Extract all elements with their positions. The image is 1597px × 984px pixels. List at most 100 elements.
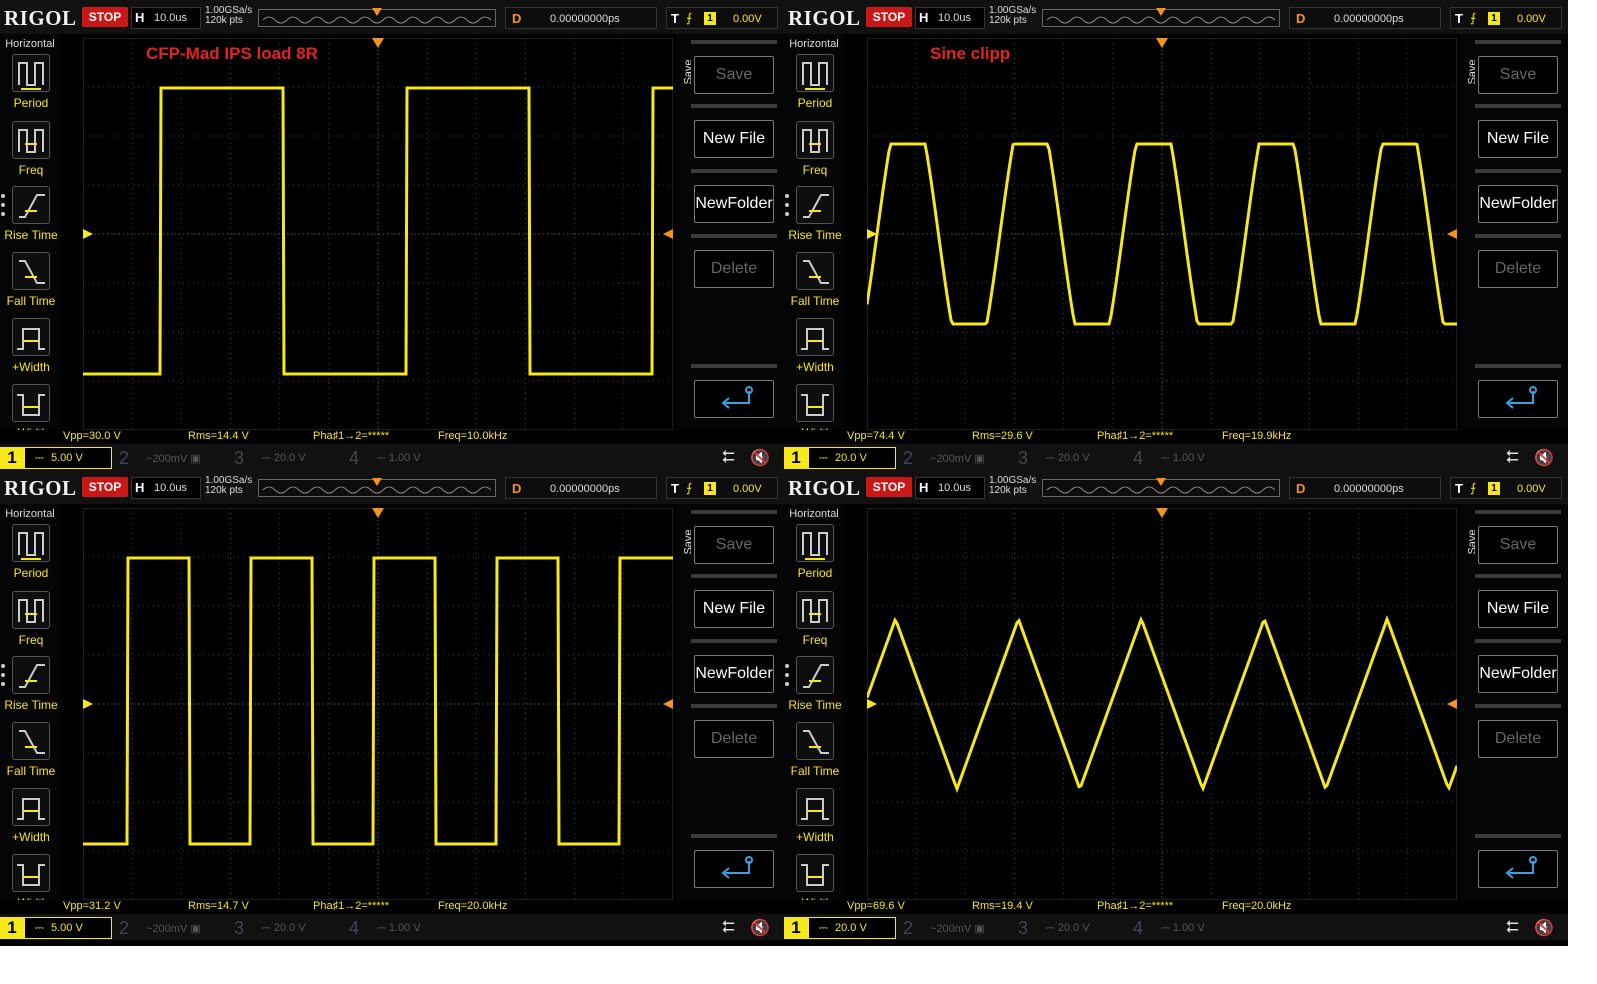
freq-button[interactable] [796, 591, 834, 629]
period-button[interactable] [12, 524, 50, 562]
return-button-frame [1478, 850, 1558, 888]
ch1-button[interactable]: 1 [784, 917, 808, 939]
ch4-scale[interactable]: ⎓ 1.00 V [1161, 452, 1205, 465]
trigger-box[interactable]: T ⨍ 1 0.00V [666, 477, 778, 499]
horizontal-timebase[interactable]: H 10.0us [915, 7, 985, 29]
fall-time-button[interactable] [796, 252, 834, 290]
ch1-scale[interactable]: ⎓ 5.00 V [24, 917, 112, 939]
return-button[interactable] [691, 364, 777, 420]
new-file-button[interactable]: New File [1475, 574, 1561, 630]
ch2-scale[interactable]: ~200mV ▣ [930, 922, 985, 935]
delay-box[interactable]: D 0.00000000ps [1289, 477, 1441, 499]
freq-button[interactable] [796, 121, 834, 159]
save-button[interactable]: Save [1475, 510, 1561, 566]
delete-button[interactable]: Delete [1475, 234, 1561, 290]
ch4-button[interactable]: 4 [342, 917, 366, 939]
ch1-scale[interactable]: ⎓ 5.00 V [24, 447, 112, 469]
delete-button[interactable]: Delete [691, 234, 777, 290]
ch4-scale[interactable]: ⎓ 1.00 V [377, 452, 421, 465]
ch2-button[interactable]: 2 [112, 447, 136, 469]
mute-icon[interactable]: 🔇 [750, 918, 770, 938]
ch3-scale[interactable]: ⎓ 20.0 V [262, 922, 306, 935]
new-folder-button[interactable]: NewFolder [1475, 169, 1561, 225]
ch1-scale[interactable]: ⎓ 20.0 V [808, 447, 896, 469]
freq-button[interactable] [12, 121, 50, 159]
delete-button[interactable]: Delete [691, 704, 777, 760]
horizontal-timebase[interactable]: H 10.0us [131, 477, 201, 499]
mute-icon[interactable]: 🔇 [1534, 448, 1554, 468]
run-stop-status[interactable]: STOP [866, 7, 912, 27]
ch3-button[interactable]: 3 [227, 447, 251, 469]
ch1-button[interactable]: 1 [0, 917, 24, 939]
negative-width-button[interactable] [796, 384, 834, 422]
new-file-button[interactable]: New File [691, 574, 777, 630]
new-file-button[interactable]: New File [691, 104, 777, 160]
new-folder-button[interactable]: NewFolder [1475, 639, 1561, 695]
ch1-button[interactable]: 1 [784, 447, 808, 469]
trigger-box[interactable]: T ⨍ 1 0.00V [666, 7, 778, 29]
ch4-button[interactable]: 4 [342, 447, 366, 469]
ch2-button[interactable]: 2 [896, 917, 920, 939]
return-button[interactable] [691, 834, 777, 890]
ch1-button[interactable]: 1 [0, 447, 24, 469]
ch4-scale[interactable]: ⎓ 1.00 V [377, 922, 421, 935]
ch2-button[interactable]: 2 [112, 917, 136, 939]
new-folder-button[interactable]: NewFolder [691, 639, 777, 695]
mute-icon[interactable]: 🔇 [1534, 918, 1554, 938]
rise-time-button[interactable] [796, 656, 834, 694]
ch2-button[interactable]: 2 [896, 447, 920, 469]
return-button[interactable] [1475, 364, 1561, 420]
horizontal-timebase[interactable]: H 10.0us [915, 477, 985, 499]
save-button[interactable]: Save [691, 40, 777, 96]
positive-width-button[interactable] [796, 788, 834, 826]
new-file-button[interactable]: New File [1475, 104, 1561, 160]
delete-button[interactable]: Delete [1475, 704, 1561, 760]
ch4-scale[interactable]: ⎓ 1.00 V [1161, 922, 1205, 935]
trigger-box[interactable]: T ⨍ 1 0.00V [1450, 477, 1562, 499]
usb-icon: ⮄ [722, 919, 735, 936]
positive-width-button[interactable] [796, 318, 834, 356]
run-stop-status[interactable]: STOP [82, 7, 128, 27]
rise-time-button[interactable] [796, 186, 834, 224]
ch1-scale[interactable]: ⎓ 20.0 V [808, 917, 896, 939]
ch3-button[interactable]: 3 [1011, 447, 1035, 469]
mute-icon[interactable]: 🔇 [750, 448, 770, 468]
freq-button[interactable] [12, 591, 50, 629]
ch2-scale[interactable]: ~200mV ▣ [146, 452, 201, 465]
ch3-button[interactable]: 3 [1011, 917, 1035, 939]
negative-width-button[interactable] [796, 854, 834, 892]
save-button[interactable]: Save [691, 510, 777, 566]
period-button[interactable] [796, 524, 834, 562]
positive-width-button[interactable] [12, 788, 50, 826]
positive-width-button[interactable] [12, 318, 50, 356]
fall-time-button[interactable] [12, 252, 50, 290]
return-button[interactable] [1475, 834, 1561, 890]
delay-box[interactable]: D 0.00000000ps [505, 7, 657, 29]
save-menu: Save Save New File NewFolder Delete [677, 34, 784, 444]
negative-width-button[interactable] [12, 384, 50, 422]
ch3-button[interactable]: 3 [227, 917, 251, 939]
delay-box[interactable]: D 0.00000000ps [505, 477, 657, 499]
new-file-label: New File [1478, 120, 1558, 158]
ch4-button[interactable]: 4 [1126, 917, 1150, 939]
new-folder-button[interactable]: NewFolder [691, 169, 777, 225]
delay-box[interactable]: D 0.00000000ps [1289, 7, 1441, 29]
ch2-scale[interactable]: ~200mV ▣ [930, 452, 985, 465]
horizontal-timebase[interactable]: H 10.0us [131, 7, 201, 29]
negative-width-button[interactable] [12, 854, 50, 892]
period-button[interactable] [12, 54, 50, 92]
rise-time-button[interactable] [12, 656, 50, 694]
ch3-scale[interactable]: ⎓ 20.0 V [1046, 452, 1090, 465]
period-button[interactable] [796, 54, 834, 92]
run-stop-status[interactable]: STOP [866, 477, 912, 497]
ch3-scale[interactable]: ⎓ 20.0 V [262, 452, 306, 465]
ch3-scale[interactable]: ⎓ 20.0 V [1046, 922, 1090, 935]
run-stop-status[interactable]: STOP [82, 477, 128, 497]
trigger-box[interactable]: T ⨍ 1 0.00V [1450, 7, 1562, 29]
ch4-button[interactable]: 4 [1126, 447, 1150, 469]
save-button[interactable]: Save [1475, 40, 1561, 96]
fall-time-button[interactable] [796, 722, 834, 760]
ch2-scale[interactable]: ~200mV ▣ [146, 922, 201, 935]
rise-time-button[interactable] [12, 186, 50, 224]
fall-time-button[interactable] [12, 722, 50, 760]
